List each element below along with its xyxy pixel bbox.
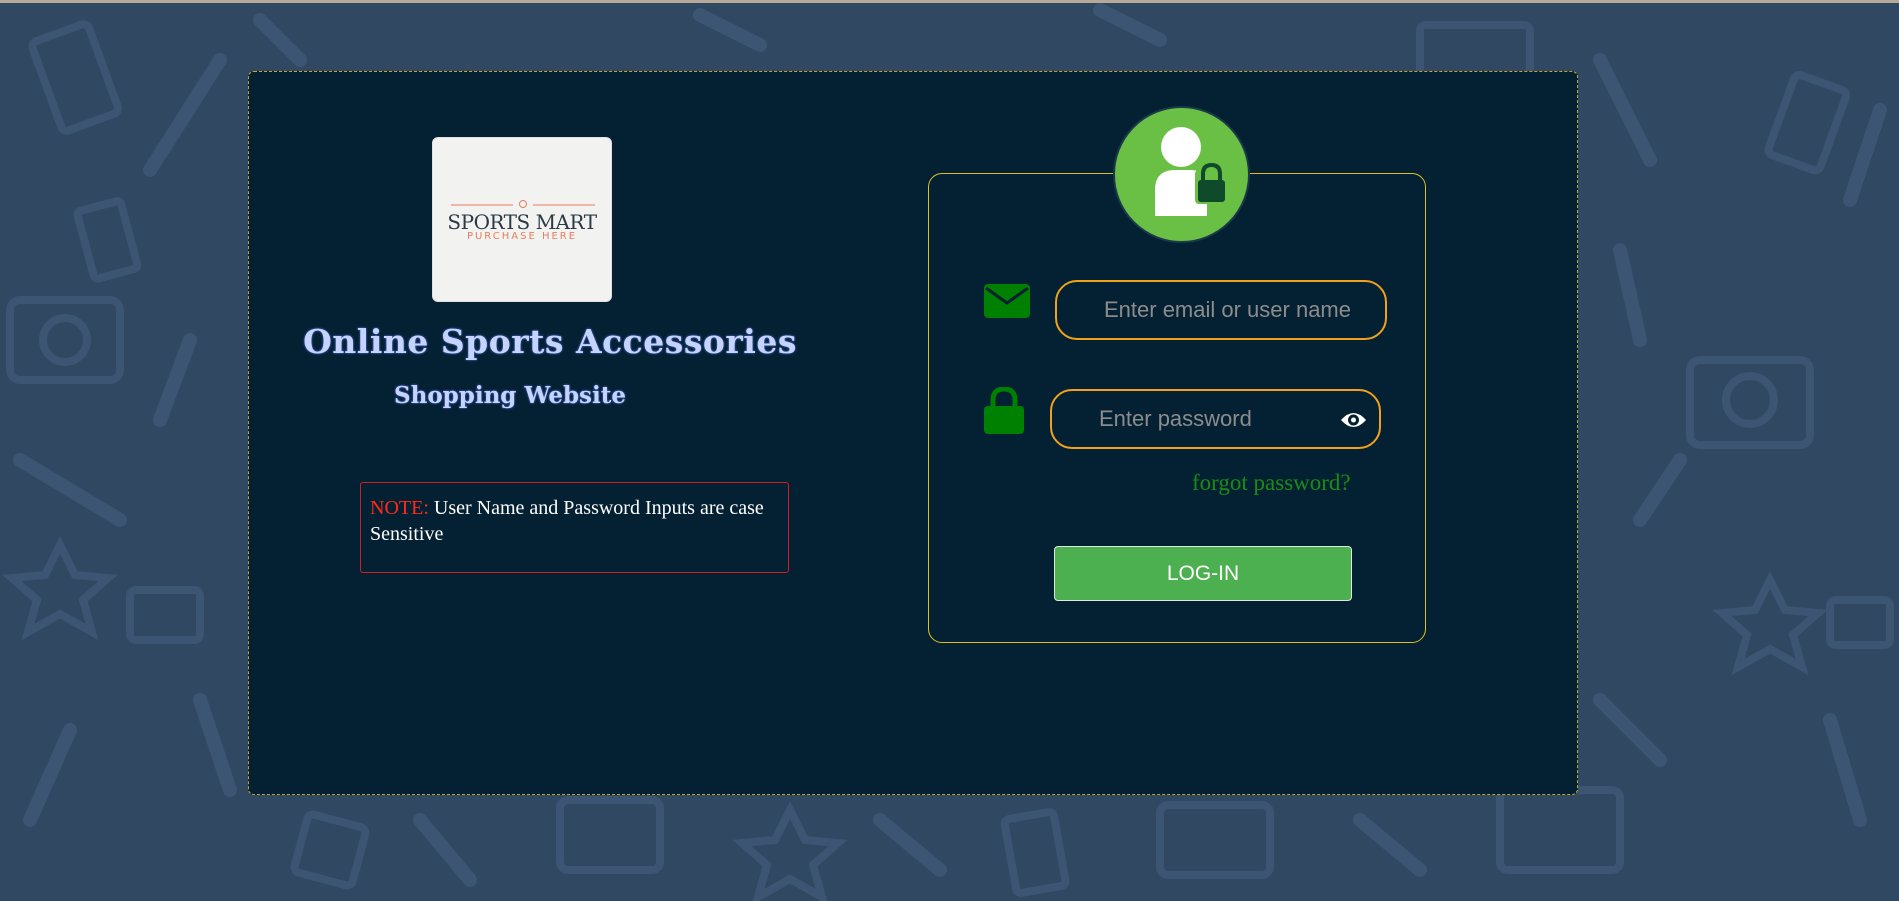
note-box: NOTE: User Name and Password Inputs are … [360,482,789,573]
note-label: NOTE: [370,497,429,519]
user-lock-icon [1113,106,1250,243]
email-input[interactable] [1057,282,1385,338]
envelope-icon [984,284,1030,318]
site-title: Online Sports Accessories [303,322,797,361]
eye-icon[interactable] [1340,410,1367,430]
forgot-password-link[interactable]: forgot password? [1192,470,1351,496]
password-field[interactable] [1050,389,1381,449]
password-input[interactable] [1052,391,1379,447]
login-button[interactable]: LOG-IN [1054,546,1352,601]
note-text: User Name and Password Inputs are case S… [370,497,764,545]
logo-ornament [451,200,595,208]
logo-subtitle: PURCHASE HERE [466,231,578,242]
user-lock-icon-graphic [1155,127,1227,216]
site-subtitle: Shopping Website [394,382,626,409]
lock-icon [984,387,1024,434]
site-logo: SPORTS MART PURCHASE HERE [432,137,612,302]
email-field[interactable] [1055,280,1387,340]
